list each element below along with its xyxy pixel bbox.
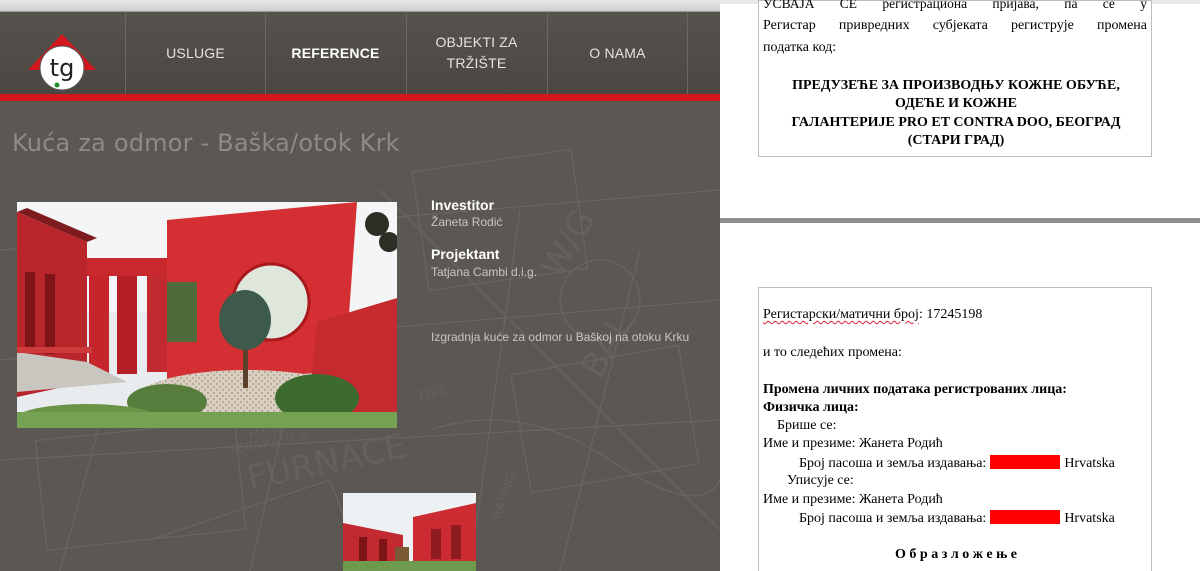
registration-number-line: Регистарски/матични број: 17245198 — [763, 307, 983, 322]
page-separator — [720, 218, 1200, 223]
added-name: Име и презиме: Жанета Родић — [763, 492, 943, 507]
added-label: Уписује се: — [787, 473, 854, 488]
company-name-line-2: ОДЕЋЕ И КОЖНЕ — [894, 96, 1017, 111]
project-description: Izgradnja kuće za odmor u Baškoj na otok… — [431, 330, 690, 344]
project-photo-main[interactable] — [17, 202, 397, 428]
nav-item-reference[interactable]: REFERENCE — [265, 12, 405, 101]
investor-value: Žaneta Rodić — [431, 215, 503, 229]
doc-line-usvaja: УСВАЈА СЕ регистрациона пријава, па се у — [763, 0, 1147, 11]
company-logo[interactable]: tg — [26, 32, 98, 98]
nav-item-overflow[interactable] — [687, 12, 720, 94]
deleted-name: Име и презиме: Жанета Родић — [763, 436, 943, 451]
project-photo-thumbnail[interactable] — [343, 493, 476, 571]
added-passport-line: Број пасоша и земља издавања: Hrvatska — [799, 510, 1115, 526]
logo-icon: tg — [28, 34, 96, 91]
redaction-bar — [990, 510, 1061, 524]
deleted-passport-line: Број пасоша и земља издавања: Hrvatska — [799, 455, 1115, 471]
natural-persons-heading: Физичка лица: — [763, 400, 859, 415]
designer-label: Projektant — [431, 246, 500, 262]
nav-item-objekti-za-trziste[interactable]: OBJEKTI ZA TRŽIŠTE — [406, 12, 546, 94]
nav-red-stripe — [0, 94, 720, 101]
document-box-bottom: Регистарски/матични број: 17245198 и то … — [758, 287, 1152, 571]
browser-top-strip — [0, 0, 720, 12]
investor-label: Investitor — [431, 197, 495, 213]
company-name-line-1: ПРЕДУЗЕЋЕ ЗА ПРОИЗВОДЊУ КОЖНЕ ОБУЋЕ, — [792, 78, 1120, 93]
website-pane: FURNACE BAL W/G FIRE MAIN SERARATICA RAT… — [0, 0, 720, 571]
registry-document-pane: УСВАЈА СЕ регистрациона пријава, па се у… — [720, 0, 1200, 571]
designer-value: Tatjana Cambi d.i.g. — [431, 265, 538, 279]
changes-intro: и то следећих промена: — [763, 345, 902, 360]
nav-item-label: USLUGE — [166, 44, 225, 61]
document-box-top: УСВАЈА СЕ регистрациона пријава, па се у… — [758, 0, 1152, 157]
main-navigation: tg USLUGE REFERENCE OBJEKTI ZA TRŽIŠTE O… — [0, 12, 720, 101]
logo-text: tg — [50, 54, 75, 82]
changes-heading: Промена личних података регистрованих ли… — [763, 382, 1067, 397]
company-name-line-4: (СТАРИ ГРАД) — [907, 133, 1005, 148]
page-title: Kuća za odmor - Baška/otok Krk — [12, 129, 400, 157]
doc-line-registar: Регистар привредних субјеката региструје… — [763, 18, 1147, 33]
house-thumbnail — [343, 493, 476, 571]
company-name-line-3: ГАЛАНТЕРИЈЕ PRO ET CONTRA DOO, БЕОГРАД — [791, 115, 1121, 130]
doc-line-podatka: податка код: — [763, 40, 837, 55]
nav-item-o-nama[interactable]: O NAMA — [547, 12, 687, 94]
nav-item-label: REFERENCE — [291, 44, 380, 61]
explanation-heading: О б р а з л о ж е њ е — [895, 547, 1017, 562]
nav-item-label: OBJEKTI ZA TRŽIŠTE — [435, 34, 518, 71]
redaction-bar — [990, 455, 1061, 469]
nav-item-label: O NAMA — [589, 44, 646, 61]
nav-item-usluge[interactable]: USLUGE — [125, 12, 265, 94]
deleted-label: Брише се: — [777, 418, 837, 433]
house-photo — [17, 202, 397, 428]
